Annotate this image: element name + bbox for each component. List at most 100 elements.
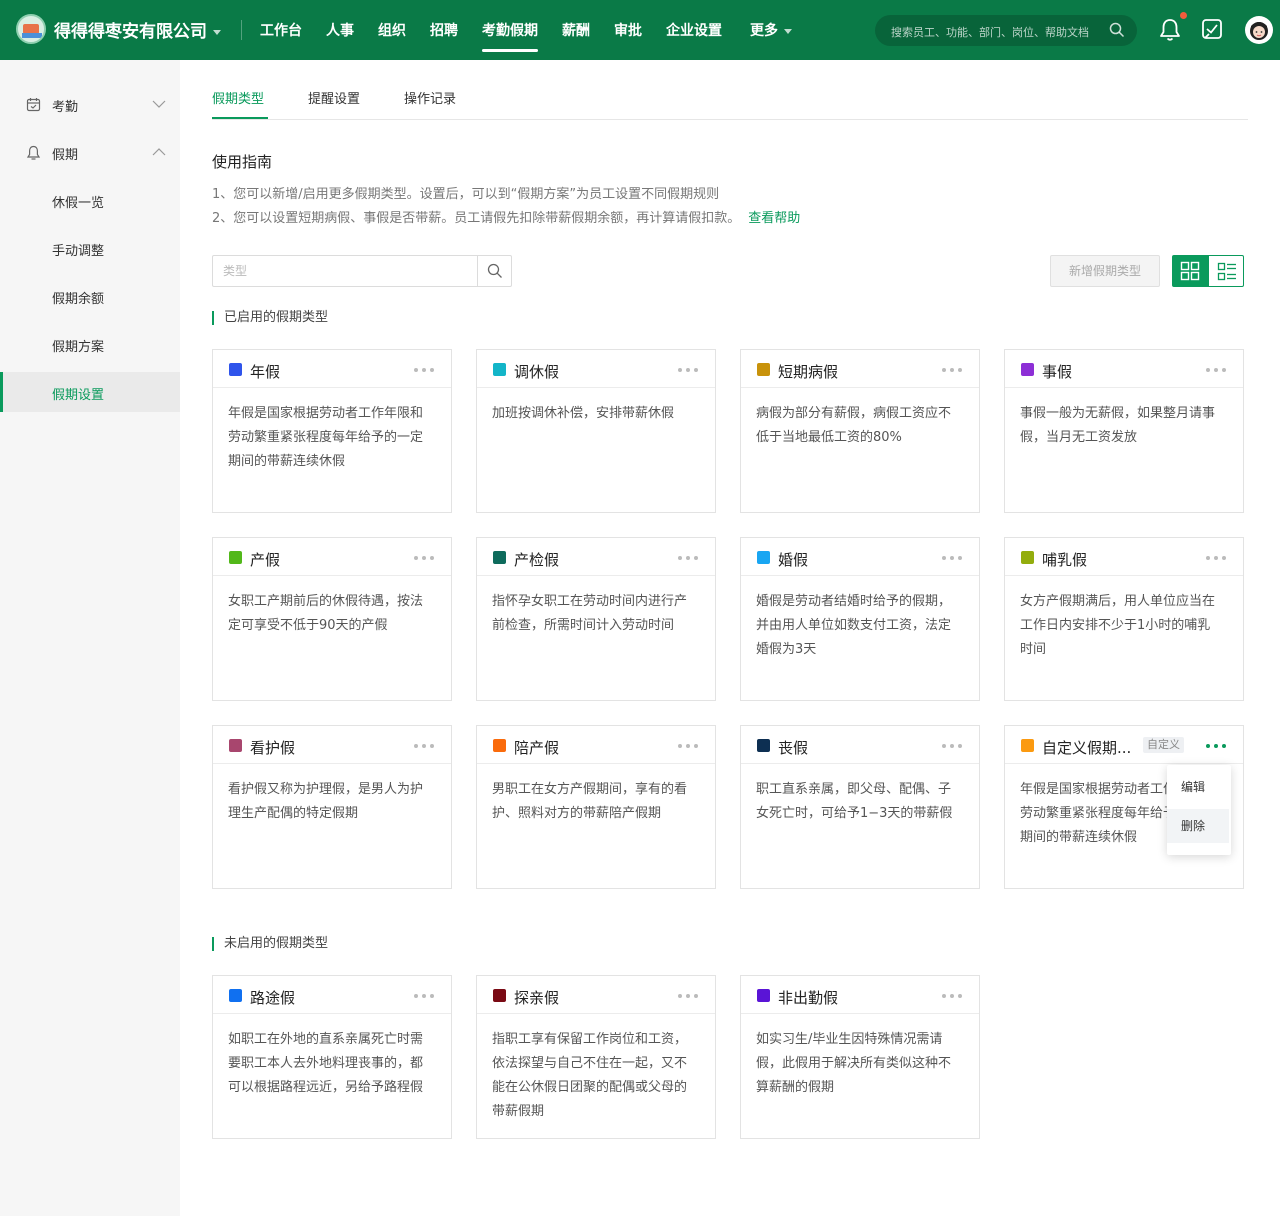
nav-more[interactable]: 更多 [750, 20, 792, 40]
color-swatch [1021, 551, 1034, 564]
more-icon[interactable] [1204, 554, 1230, 562]
nav-recruitment[interactable]: 招聘 [430, 20, 458, 40]
sidebar-item-leave-overview[interactable]: 休假一览 [0, 180, 180, 220]
tab-leave-types[interactable]: 假期类型 [212, 88, 264, 107]
color-swatch [229, 739, 242, 752]
leave-type-description: 如实习生/毕业生因特殊情况需请假，此假用于解决所有类似这种不算薪酬的假期 [756, 1032, 952, 1095]
leave-type-card[interactable]: 看护假 看护假又称为护理假，是男人为护理生产配偶的特定假期 [212, 725, 452, 889]
leave-type-card[interactable]: 丧假职工直系亲属，即父母、配偶、子女死亡时，可给予1−3天的带薪假 [740, 725, 980, 889]
guide-line-1: 1、您可以新增/启用更多假期类型。设置后，可以到“假期方案”为员工设置不同假期规… [212, 187, 720, 202]
type-search-input[interactable] [213, 256, 479, 286]
sidebar-item-leave-balance[interactable]: 假期余额 [0, 276, 180, 316]
card-header: 探亲假 [477, 976, 715, 1014]
tab-operation-log[interactable]: 操作记录 [404, 88, 456, 107]
search-icon [1109, 22, 1125, 38]
chevron-down-icon [213, 29, 221, 35]
sidebar-group-attendance[interactable]: 考勤 [0, 84, 180, 124]
leave-type-name: 事假 [1042, 363, 1073, 381]
leave-type-description: 加班按调休补偿，安排带薪休假 [492, 406, 675, 421]
leave-type-name: 短期病假 [778, 363, 839, 381]
nav-organization[interactable]: 组织 [378, 20, 406, 40]
type-search [212, 255, 512, 287]
leave-type-description: 事假一般为无薪假，如果整月请事假，当月无工资发放 [1020, 406, 1216, 445]
chevron-up-icon [152, 148, 166, 156]
leave-type-description: 看护假又称为护理假，是男人为护理生产配偶的特定假期 [228, 782, 424, 821]
leave-type-card[interactable]: 探亲假 指职工享有保留工作岗位和工资，依法探望与自己不住在一起，又不能在公休假日团… [476, 975, 716, 1139]
leave-type-card[interactable]: 非出勤假如实习生/毕业生因特殊情况需请假，此假用于解决所有类似这种不算薪酬的假期 [740, 975, 980, 1139]
more-icon[interactable] [1204, 742, 1230, 750]
leave-type-card[interactable]: 婚假 婚假是劳动者结婚时给予的假期，并由用人单位如数支付工资，法定婚假为3天 [740, 537, 980, 701]
color-swatch [1021, 363, 1034, 376]
bell-icon [26, 145, 41, 160]
more-icon[interactable] [412, 554, 438, 562]
card-header: 事假 [1005, 350, 1243, 388]
leave-type-card[interactable]: 产检假 指怀孕女职工在劳动时间内进行产前检查，所需时间计入劳动时间 [476, 537, 716, 701]
more-icon[interactable] [940, 992, 966, 1000]
leave-type-card[interactable]: 哺乳假 女方产假期满后，用人单位应当在工作日内安排不少于1小时的哺乳时间 [1004, 537, 1244, 701]
color-swatch [493, 363, 506, 376]
grid-view-toggle[interactable] [1172, 255, 1208, 287]
list-view-toggle[interactable] [1208, 255, 1244, 287]
more-icon[interactable] [412, 366, 438, 374]
color-swatch [1021, 739, 1034, 752]
leave-type-description: 如职工在外地的直系亲属死亡时需要职工本人去外地料理丧事的，都可以根据路程远近，另… [228, 1032, 424, 1095]
leave-type-name: 丧假 [778, 739, 809, 757]
more-icon[interactable] [676, 742, 702, 750]
leave-type-name: 自定义假期... [1042, 739, 1132, 757]
add-leave-type-button[interactable]: 新增假期类型 [1050, 255, 1160, 287]
card-header: 短期病假 [741, 350, 979, 388]
more-icon[interactable] [412, 742, 438, 750]
sidebar-item-manual-adjust[interactable]: 手动调整 [0, 228, 180, 268]
card-header: 调休假 [477, 350, 715, 388]
more-icon[interactable] [1204, 366, 1230, 374]
tab-reminder-settings[interactable]: 提醒设置 [308, 88, 360, 107]
more-icon[interactable] [676, 554, 702, 562]
more-icon[interactable] [412, 992, 438, 1000]
avatar[interactable] [1245, 16, 1273, 44]
more-icon[interactable] [940, 742, 966, 750]
sidebar-item-label: 假期方案 [52, 340, 105, 355]
menu-item-edit[interactable]: 编辑 [1167, 770, 1229, 804]
sidebar-item-leave-settings[interactable]: 假期设置 [0, 372, 180, 412]
leave-type-card[interactable]: 年假 年假是国家根据劳动者工作年限和劳动繁重紧张程度每年给予的一定期间的带薪连续休… [212, 349, 452, 513]
sidebar-group-leave[interactable]: 假期 [0, 132, 180, 172]
disabled-section-title: 未启用的假期类型 [212, 937, 328, 951]
custom-badge: 自定义 [1143, 737, 1184, 753]
leave-type-name: 调休假 [514, 363, 560, 381]
sidebar-item-label: 休假一览 [52, 196, 105, 211]
sidebar: 考勤 假期 休假一览 手动调整 假期余额 假期方案 假期设置 [0, 60, 180, 1216]
bell-icon[interactable] [1159, 18, 1181, 42]
leave-type-card[interactable]: 短期病假 病假为部分有薪假，病假工资应不低于当地最低工资的80% [740, 349, 980, 513]
menu-item-delete[interactable]: 删除 [1167, 809, 1229, 843]
global-search-input[interactable]: 搜索员工、功能、部门、岗位、帮助文档 [875, 15, 1137, 46]
nav-company-settings[interactable]: 企业设置 [666, 20, 722, 40]
more-icon[interactable] [940, 366, 966, 374]
type-search-button[interactable] [477, 256, 511, 286]
leave-type-card[interactable]: 路途假 如职工在外地的直系亲属死亡时需要职工本人去外地料理丧事的，都可以根据路程远… [212, 975, 452, 1139]
leave-type-card[interactable]: 事假事假一般为无薪假，如果整月请事假，当月无工资发放 [1004, 349, 1244, 513]
search-placeholder: 搜索员工、功能、部门、岗位、帮助文档 [891, 26, 1089, 39]
nav-payroll[interactable]: 薪酬 [562, 20, 590, 40]
task-icon[interactable] [1201, 18, 1223, 40]
card-header: 非出勤假 [741, 976, 979, 1014]
leave-type-description: 婚假是劳动者结婚时给予的假期，并由用人单位如数支付工资，法定婚假为3天 [756, 594, 952, 657]
sidebar-item-leave-plan[interactable]: 假期方案 [0, 324, 180, 364]
more-icon[interactable] [676, 992, 702, 1000]
leave-type-description: 职工直系亲属，即父母、配偶、子女死亡时，可给予1−3天的带薪假 [756, 782, 953, 821]
card-actions-menu: 编辑 删除 [1167, 765, 1231, 855]
nav-attendance-leave[interactable]: 考勤假期 [482, 20, 538, 52]
nav-approval[interactable]: 审批 [614, 20, 642, 40]
leave-type-card[interactable]: 陪产假 男职工在女方产假期间，享有的看护、照料对方的带薪陪产假期 [476, 725, 716, 889]
company-logo[interactable] [16, 14, 46, 44]
more-icon[interactable] [940, 554, 966, 562]
leave-type-card[interactable]: 调休假加班按调休补偿，安排带薪休假 [476, 349, 716, 513]
nav-workbench[interactable]: 工作台 [260, 20, 302, 40]
company-switcher[interactable]: 得得得枣安有限公司 [54, 17, 221, 42]
nav-personnel[interactable]: 人事 [326, 20, 354, 40]
more-icon[interactable] [676, 366, 702, 374]
help-link[interactable]: 查看帮助 [748, 211, 800, 226]
color-swatch [493, 989, 506, 1002]
card-header: 丧假 [741, 726, 979, 764]
sidebar-group-label: 假期 [52, 148, 79, 163]
leave-type-card[interactable]: 产假 女职工产期前后的休假待遇，按法定可享受不低于90天的产假 [212, 537, 452, 701]
